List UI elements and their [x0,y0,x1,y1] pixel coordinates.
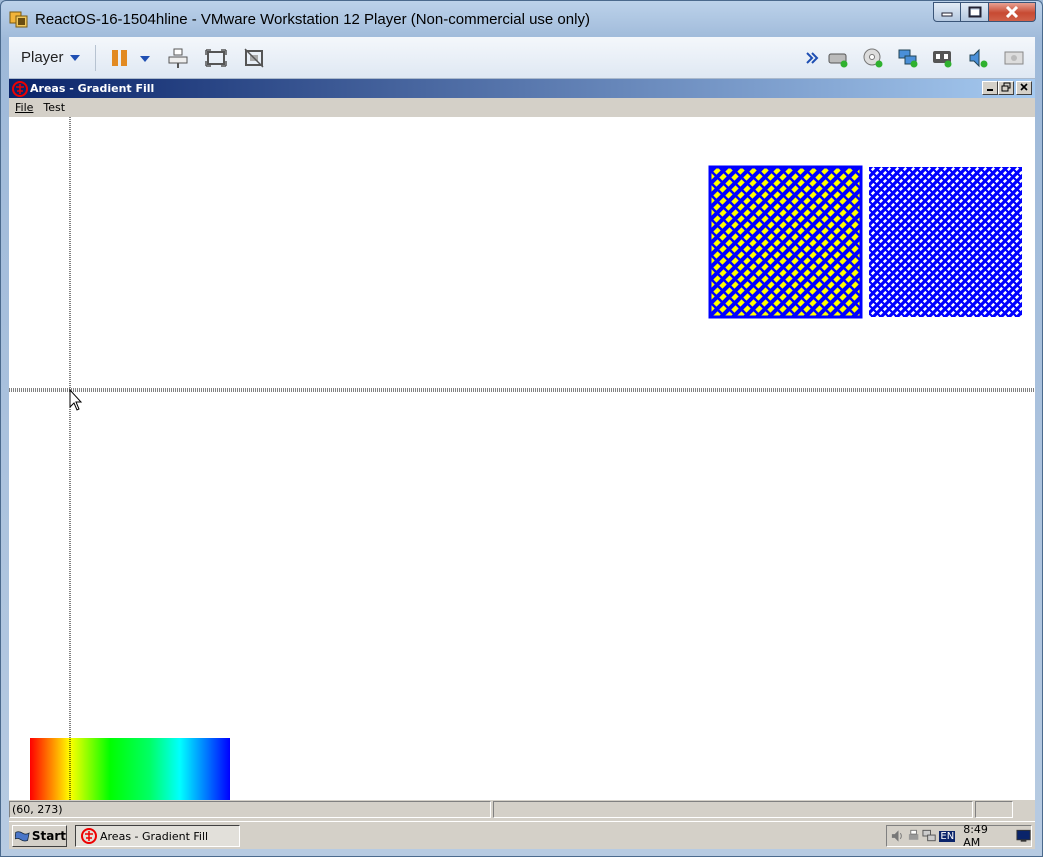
taskbar-item-label: Areas - Gradient Fill [100,829,209,843]
start-button[interactable]: Start [12,825,67,847]
hatched-rectangle-small [869,167,1022,317]
minimize-icon [987,89,993,91]
status-pane-2 [493,801,973,818]
restore-icon [1001,82,1011,92]
guest-window-title: Areas - Gradient Fill [30,82,155,95]
usb-icon[interactable] [931,47,953,69]
minimize-button[interactable] [933,2,961,22]
mouse-pointer-icon [69,388,83,411]
clock[interactable]: 8:49 AM [963,823,1006,849]
guest-close-button[interactable] [1016,81,1032,95]
fullscreen-icon[interactable] [205,47,227,69]
chevron-down-icon[interactable] [139,47,151,69]
status-coords: (60, 273) [9,801,491,818]
sound-icon[interactable] [967,47,989,69]
maximize-icon [968,6,981,18]
maximize-button[interactable] [961,2,989,22]
chevron-down-icon [69,54,80,61]
drawing-surface [9,117,1035,800]
close-button[interactable] [989,2,1036,22]
printer-icon[interactable] [907,829,920,843]
vmware-window: ReactOS-16-1504hline - VMware Workstatio… [0,0,1043,857]
vmware-title: ReactOS-16-1504hline - VMware Workstatio… [35,10,590,28]
double-chevron-right-icon[interactable] [805,47,819,69]
start-flag-icon [15,831,30,842]
cd-dvd-icon[interactable] [862,47,884,69]
close-icon [1005,6,1019,18]
guest-window-title-bar: Areas - Gradient Fill [9,79,1035,98]
drawing-canvas[interactable] [9,117,1035,800]
menu-test[interactable]: Test [43,101,65,114]
guest-status-bar: (60, 273) [9,800,1035,820]
send-ctrl-alt-del-icon[interactable] [167,47,189,69]
vmware-toolbar: Player [9,37,1035,79]
language-indicator[interactable]: EN [939,830,956,842]
player-menu-button[interactable]: Player [21,49,80,66]
unity-icon[interactable] [243,47,265,69]
gradient-fill-rectangle [30,738,230,800]
display-icon[interactable] [1003,47,1025,69]
vmware-title-bar: ReactOS-16-1504hline - VMware Workstatio… [9,5,909,33]
app-icon [81,828,97,844]
volume-icon[interactable] [890,829,905,843]
guest-taskbar: Start Areas - Gradient Fill EN 8:49 AM [9,821,1035,849]
guest-screen: Areas - Gradient Fill File Test (60, 273… [9,79,1035,849]
hatched-rectangle-large [708,165,863,319]
start-label: Start [31,829,66,843]
guest-menu-bar: File Test [9,98,1035,117]
desktop-icon[interactable] [1016,829,1031,843]
close-icon [1020,83,1028,91]
system-tray: EN 8:49 AM [886,823,1032,849]
toolbar-separator [95,45,96,71]
guest-minimize-button[interactable] [982,81,998,95]
app-icon [12,80,28,97]
taskbar-item-areas[interactable]: Areas - Gradient Fill [75,825,240,847]
minimize-icon [941,12,953,17]
vmware-window-controls [933,2,1036,22]
guest-window-controls [982,81,1032,95]
pause-icon[interactable] [109,47,131,69]
guest-restore-button[interactable] [998,81,1014,95]
status-pane-3 [975,801,1013,818]
hard-disk-icon[interactable] [827,47,849,69]
player-label: Player [21,49,64,66]
menu-file[interactable]: File [15,101,33,114]
network-tray-icon[interactable] [922,829,937,843]
network-icon[interactable] [897,47,919,69]
vmware-logo-icon [9,11,28,28]
